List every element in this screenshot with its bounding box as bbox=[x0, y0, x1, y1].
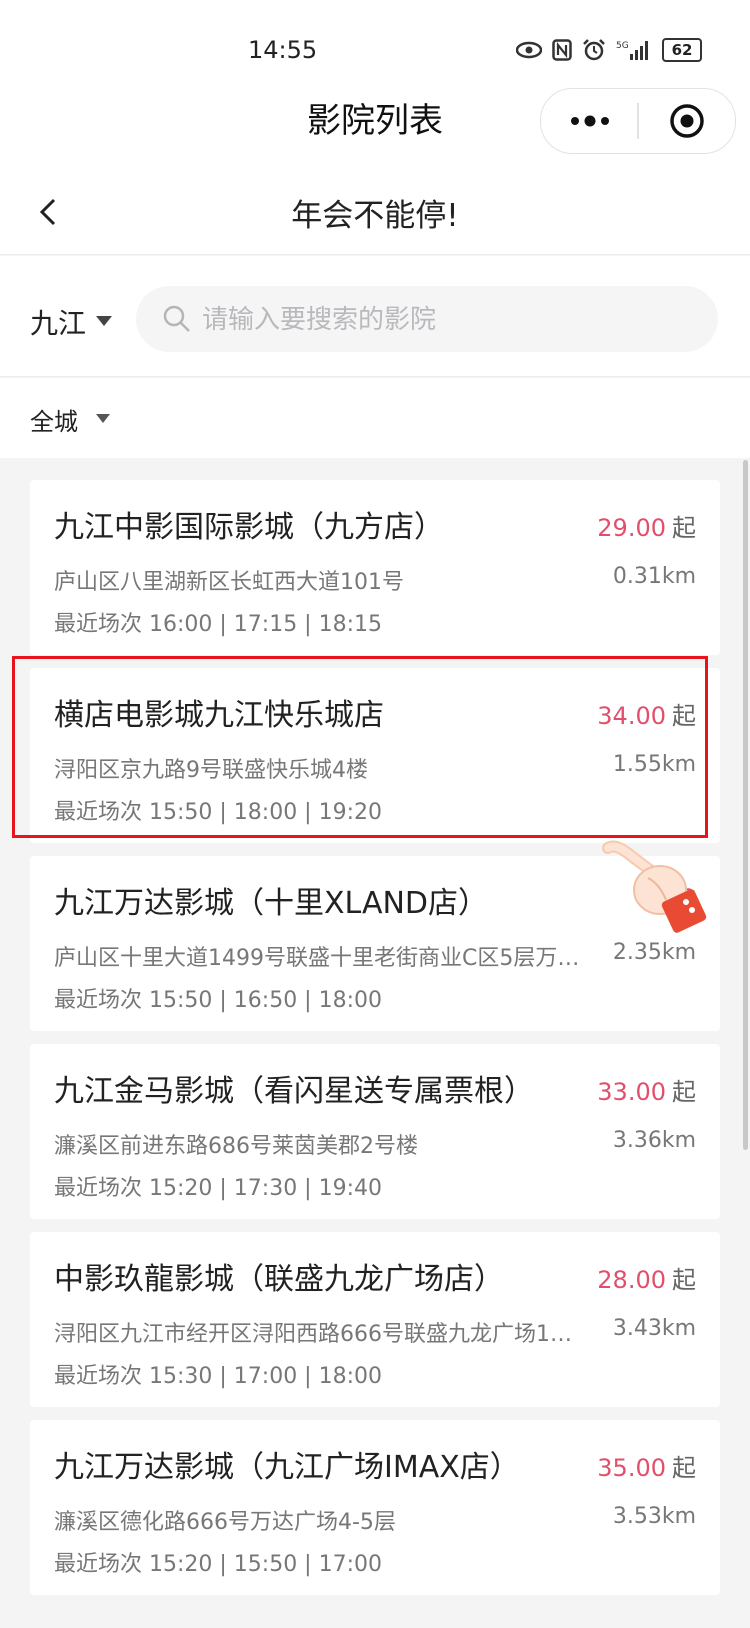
search-icon bbox=[163, 305, 190, 332]
cinema-showtimes: 最近场次 15:20 | 17:30 | 19:40 bbox=[54, 1176, 382, 1201]
cinema-price: 33.00 起 bbox=[597, 1072, 696, 1107]
status-icons: 5G 62 bbox=[516, 38, 702, 62]
cinema-card[interactable]: 九江中影国际影城（九方店） 29.00 起 庐山区八里湖新区长虹西大道101号 0… bbox=[30, 480, 720, 655]
cinema-name: 中影玖龍影城（联盛九龙广场店） bbox=[54, 1262, 504, 1297]
search-box[interactable] bbox=[136, 286, 718, 352]
page-title: 年会不能停! bbox=[291, 198, 459, 234]
cinema-name: 九江万达影城（十里XLAND店） bbox=[54, 886, 489, 921]
cinema-price: 28.00 起 bbox=[597, 1260, 696, 1295]
cinema-showtimes: 最近场次 16:00 | 17:15 | 18:15 bbox=[54, 612, 382, 637]
highlight-box bbox=[12, 656, 708, 838]
cinema-card[interactable]: 中影玖龍影城（联盛九龙广场店） 28.00 起 浔阳区九江市经开区浔阳西路666号… bbox=[30, 1232, 720, 1407]
cinema-address: 濂溪区前进东路686号莱茵美郡2号楼 bbox=[54, 1134, 418, 1159]
cinema-card[interactable]: 九江金马影城（看闪星送专属票根） 33.00 起 濂溪区前进东路686号莱茵美郡2… bbox=[30, 1044, 720, 1219]
cinema-price: 29.00 起 bbox=[597, 508, 696, 543]
battery-icon: 62 bbox=[662, 38, 702, 62]
nav-bar: 年会不能停! bbox=[0, 170, 750, 255]
price-value: 35.00 bbox=[597, 1454, 666, 1482]
more-icon[interactable] bbox=[565, 107, 615, 135]
pointing-hand-icon bbox=[602, 840, 707, 933]
price-suffix: 起 bbox=[672, 1266, 696, 1294]
cinema-address: 庐山区十里大道1499号联盛十里老街商业C区5层万… bbox=[54, 946, 580, 971]
cinema-address: 濂溪区德化路666号万达广场4-5层 bbox=[54, 1510, 396, 1535]
cinema-distance: 3.36km bbox=[612, 1128, 696, 1153]
signal-icon: 5G bbox=[616, 41, 648, 60]
alarm-icon bbox=[583, 39, 605, 61]
price-suffix: 起 bbox=[672, 1454, 696, 1482]
cinema-name: 九江金马影城（看闪星送专属票根） bbox=[54, 1074, 534, 1109]
caret-down-icon[interactable] bbox=[96, 316, 112, 326]
cinema-showtimes: 最近场次 15:20 | 15:50 | 17:00 bbox=[54, 1552, 382, 1577]
eye-icon bbox=[516, 41, 542, 59]
cinema-showtimes: 最近场次 15:50 | 16:50 | 18:00 bbox=[54, 988, 382, 1013]
cinema-showtimes: 最近场次 15:30 | 17:00 | 18:00 bbox=[54, 1364, 382, 1389]
cinema-distance: 3.43km bbox=[612, 1316, 696, 1341]
nfc-icon bbox=[552, 39, 572, 61]
scrollbar[interactable] bbox=[743, 460, 748, 1150]
area-filter[interactable]: 全城 bbox=[30, 402, 78, 437]
cinema-distance: 0.31km bbox=[612, 564, 696, 589]
price-suffix: 起 bbox=[672, 1078, 696, 1106]
close-miniprogram-icon[interactable] bbox=[669, 103, 705, 139]
cinema-distance: 3.53km bbox=[612, 1504, 696, 1529]
svg-text:5G: 5G bbox=[616, 41, 629, 51]
price-value: 28.00 bbox=[597, 1266, 666, 1294]
caret-down-icon[interactable] bbox=[96, 414, 110, 423]
price-suffix: 起 bbox=[672, 514, 696, 542]
price-value: 29.00 bbox=[597, 514, 666, 542]
search-input[interactable] bbox=[200, 302, 684, 338]
cinema-address: 庐山区八里湖新区长虹西大道101号 bbox=[54, 570, 404, 595]
cinema-name: 九江中影国际影城（九方店） bbox=[54, 510, 444, 545]
cinema-price: 35.00 起 bbox=[597, 1448, 696, 1483]
price-value: 33.00 bbox=[597, 1078, 666, 1106]
filter-row: 全城 bbox=[0, 378, 750, 458]
search-row: 九江 bbox=[0, 256, 750, 377]
cinema-card[interactable]: 九江万达影城（九江广场IMAX店） 35.00 起 濂溪区德化路666号万达广场4… bbox=[30, 1420, 720, 1595]
capsule-divider bbox=[637, 103, 639, 139]
city-selector[interactable]: 九江 bbox=[30, 302, 86, 342]
status-time: 14:55 bbox=[248, 36, 318, 64]
cinema-address: 浔阳区九江市经开区浔阳西路666号联盛九龙广场1… bbox=[54, 1322, 572, 1347]
cinema-name: 九江万达影城（九江广场IMAX店） bbox=[54, 1450, 520, 1485]
cinema-distance: 2.35km bbox=[612, 940, 696, 965]
status-bar: 14:55 5G 62 bbox=[0, 0, 750, 96]
capsule-menu bbox=[540, 88, 736, 154]
